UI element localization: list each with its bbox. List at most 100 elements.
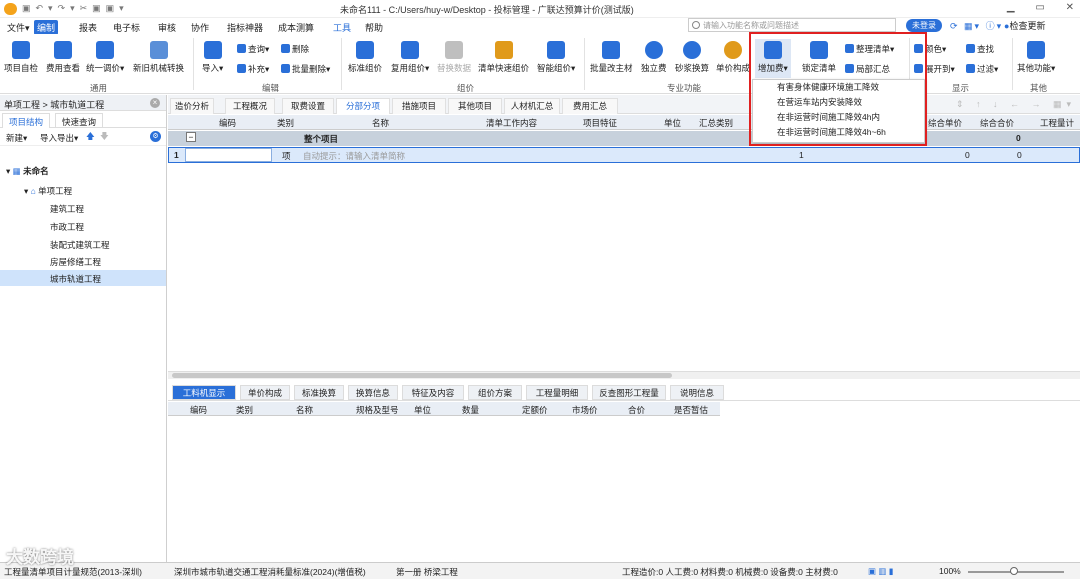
tab-convert-info[interactable]: 换算信息 — [348, 385, 398, 400]
menu-report[interactable]: 报表 — [76, 20, 100, 35]
project-structure-pane: 单项工程 > 城市轨道工程 × 项目结构 快速查询 新建▾ 导入导出▾ 🡅 🡇 … — [0, 95, 167, 562]
reuse-pricing-button[interactable]: 复用组价▾ — [391, 41, 429, 74]
home-icon: ⌂ — [30, 186, 36, 196]
other-functions-icon — [1027, 41, 1046, 59]
tab-other-items[interactable]: 其他项目 — [448, 98, 502, 114]
table-row[interactable]: − 整个项目 0 — [168, 131, 1080, 146]
toolbar-icons[interactable]: ⟳ ▦▾ ⓘ▾ — [950, 19, 1003, 32]
menu-help[interactable]: 帮助 — [362, 20, 386, 35]
left-toolbar: 新建▾ 导入导出▾ 🡅 🡇 ⚙ — [0, 128, 166, 146]
group-display: 显示 — [952, 83, 970, 93]
tab-project-structure[interactable]: 项目结构 — [2, 113, 51, 128]
fee-view-button[interactable]: 费用查看 — [46, 41, 80, 74]
uniform-adjust-button[interactable]: 统一调价▾ — [86, 41, 124, 74]
tab-labor-display[interactable]: 工料机显示 — [172, 385, 236, 400]
menu-cost[interactable]: 成本测算 — [275, 20, 317, 35]
menu-collab[interactable]: 协作 — [188, 20, 212, 35]
move-up-icon[interactable]: 🡅 — [86, 131, 95, 145]
bottom-grid-header: 编码 类别 名称 规格及型号 单位 数量 定额价 市场价 合价 是否暂估 — [168, 402, 720, 416]
main-area: 造价分析 工程概况 取费设置 分部分项 措施项目 其他项目 人材机汇总 费用汇总… — [168, 95, 1080, 562]
tab-sub-items[interactable]: 分部分项 — [336, 98, 390, 114]
tree-item-rail[interactable]: 城市轨道工程 — [50, 273, 101, 285]
name-hint[interactable]: 自动提示：请输入清单简称 — [303, 150, 405, 162]
tab-features-content[interactable]: 特征及内容 — [402, 385, 464, 400]
function-search-input[interactable]: 请输入功能名称或问题描述 — [688, 18, 896, 32]
menu-file[interactable]: 文件▾ — [4, 20, 33, 35]
view-mode-icons[interactable]: ▣ ▥ ▮ — [868, 566, 893, 577]
table-row[interactable]: 1 项 自动提示：请输入清单简称 1 0 0 — [168, 147, 1080, 163]
settings-icon[interactable]: ⚙ — [150, 131, 161, 142]
filter-button[interactable]: 过滤▾ — [966, 63, 998, 75]
group-pricing: 组价 — [457, 83, 475, 93]
replace-data-button[interactable]: 替换数据 — [437, 41, 471, 74]
window-controls[interactable]: ▁ ▭ ✕ — [1007, 2, 1074, 13]
close-icon[interactable]: × — [150, 98, 160, 108]
login-button[interactable]: 未登录 — [906, 19, 942, 32]
project-check-icon — [12, 41, 30, 59]
batch-material-button[interactable]: 批量改主材 — [590, 41, 633, 74]
tab-labor-material[interactable]: 人材机汇总 — [504, 98, 560, 114]
batch-delete-icon — [281, 64, 290, 73]
tab-standard-convert[interactable]: 标准换算 — [294, 385, 344, 400]
tab-fee-summary[interactable]: 费用汇总 — [562, 98, 618, 114]
menu-index[interactable]: 指标神器 — [224, 20, 266, 35]
menu-audit[interactable]: 审核 — [155, 20, 179, 35]
tree-item-repair[interactable]: 房屋修缮工程 — [50, 256, 101, 268]
ribbon-divider — [1012, 38, 1013, 90]
other-functions-button[interactable]: 其他功能▾ — [1017, 41, 1055, 74]
horizontal-scrollbar[interactable] — [168, 371, 1080, 379]
menu-edit[interactable]: 编制 — [34, 20, 59, 35]
query-button[interactable]: 查询▾ — [237, 43, 269, 55]
check-update-button[interactable]: ●检查更新 — [1004, 19, 1045, 32]
tab-quick-query[interactable]: 快速查询 — [55, 113, 104, 128]
tab-overview[interactable]: 工程概况 — [225, 98, 275, 114]
new-button[interactable]: 新建▾ — [6, 132, 27, 144]
grid-header: 编码 类别 名称 清单工作内容 项目特征 单位 汇总类别 综合单价 综合合价 工… — [168, 115, 1080, 130]
tree-item-single-project[interactable]: ▾ ⌂ 单项工程 — [24, 185, 72, 197]
tree-item-prefab[interactable]: 装配式建筑工程 — [50, 239, 110, 251]
reuse-pricing-icon — [401, 41, 420, 59]
menu-tools[interactable]: 工具 — [330, 20, 354, 35]
quick-pricing-button[interactable]: 清单快速组价 — [478, 41, 529, 74]
tab-quantity-detail[interactable]: 工程量明细 — [526, 385, 588, 400]
smart-pricing-button[interactable]: 智能组价▾ — [537, 41, 575, 74]
tab-price-structure[interactable]: 单价构成 — [240, 385, 290, 400]
tree-item-municipal[interactable]: 市政工程 — [50, 221, 84, 233]
tree-item-building[interactable]: 建筑工程 — [50, 203, 84, 215]
tab-reverse-query[interactable]: 反查图形工程量 — [592, 385, 666, 400]
unit-price-button[interactable]: 单价构成 — [716, 41, 750, 74]
tab-cost-analysis[interactable]: 造价分析 — [170, 98, 214, 114]
import-export-button[interactable]: 导入导出▾ — [40, 132, 78, 144]
independent-fee-icon — [644, 41, 663, 59]
col-summary-type: 汇总类别 — [699, 118, 734, 128]
scroll-thumb[interactable] — [172, 373, 672, 378]
collapse-icon[interactable]: − — [186, 132, 196, 142]
quick-access-toolbar[interactable]: ▣↶▾↷▾✂▣▣▾ — [22, 3, 129, 14]
highlight-box — [749, 32, 927, 146]
tree-root[interactable]: ▾ ▦ 未命名 — [6, 165, 49, 177]
tab-fee-settings[interactable]: 取费设置 — [282, 98, 334, 114]
find-button[interactable]: 查找 — [966, 43, 994, 55]
standard-pricing-button[interactable]: 标准组价 — [348, 41, 382, 74]
tab-description[interactable]: 说明信息 — [670, 385, 724, 400]
grid-nav-icons[interactable]: ⇕ ↑ ↓ ← → ▦▾ — [956, 99, 1076, 110]
standard-pricing-icon — [356, 41, 374, 59]
machine-convert-button[interactable]: 新旧机械转换 — [133, 41, 184, 74]
menu-ebid[interactable]: 电子标 — [110, 20, 143, 35]
batch-delete-button[interactable]: 批量删除▾ — [281, 63, 330, 75]
col-work-content: 清单工作内容 — [486, 118, 538, 128]
project-check-button[interactable]: 项目自检 — [4, 41, 38, 74]
tab-measures[interactable]: 措施项目 — [392, 98, 446, 114]
mortar-convert-icon — [683, 41, 701, 59]
delete-button[interactable]: 删除 — [281, 43, 309, 55]
supplement-icon — [237, 64, 246, 73]
code-input[interactable] — [185, 148, 272, 162]
zoom-slider-knob[interactable] — [1010, 567, 1018, 575]
batch-material-icon — [602, 41, 621, 59]
independent-fee-button[interactable]: 独立费 — [641, 41, 667, 74]
import-button[interactable]: 导入▾ — [202, 41, 223, 74]
move-down-icon[interactable]: 🡇 — [100, 131, 109, 145]
supplement-button[interactable]: 补充▾ — [237, 63, 269, 75]
tab-pricing-scheme[interactable]: 组价方案 — [468, 385, 522, 400]
mortar-convert-button[interactable]: 砂浆换算 — [675, 41, 709, 74]
